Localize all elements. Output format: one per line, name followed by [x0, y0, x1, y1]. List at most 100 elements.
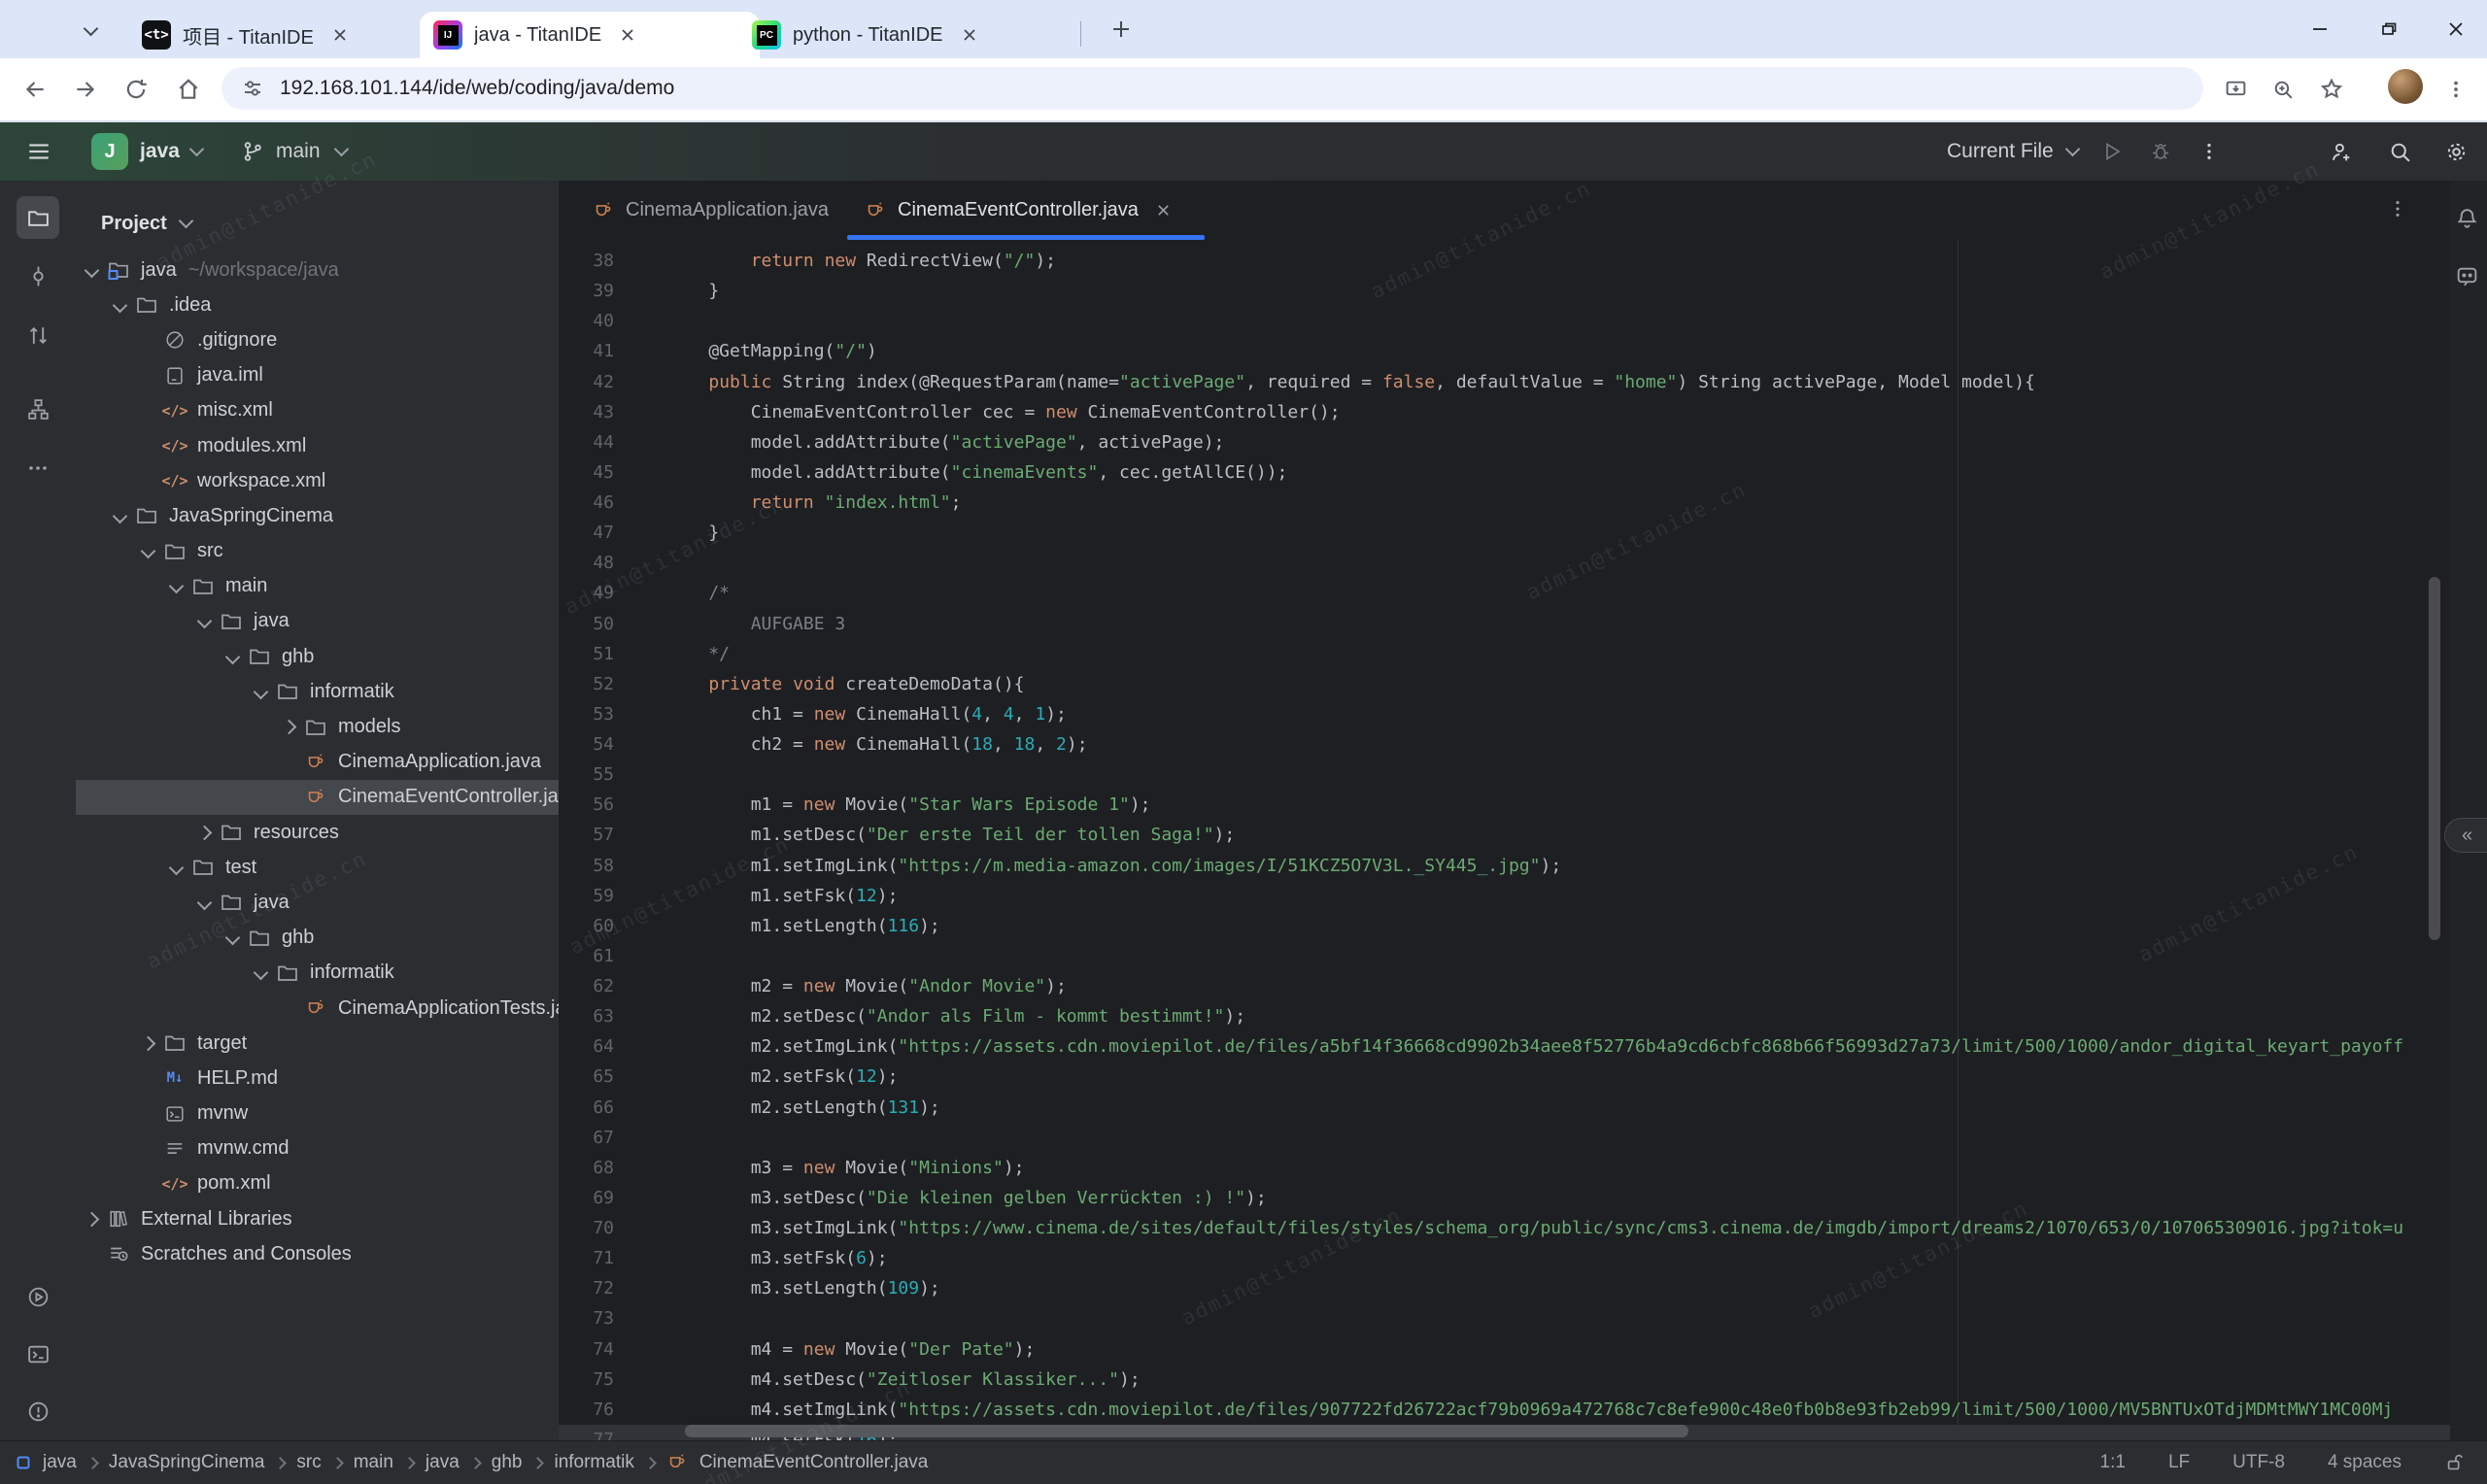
tree-item--gitignore[interactable]: .gitignore: [76, 322, 559, 357]
terminal-tool-icon[interactable]: [17, 1332, 59, 1375]
close-tab-icon[interactable]: [955, 20, 984, 50]
search-everywhere-icon[interactable]: [2378, 122, 2421, 181]
breadcrumb-item[interactable]: src: [296, 1452, 321, 1473]
tree-item-ghb[interactable]: ghb: [76, 921, 559, 956]
debug-icon[interactable]: [2139, 122, 2182, 181]
services-tool-icon[interactable]: [17, 1275, 59, 1318]
tree-item-models[interactable]: models: [76, 709, 559, 744]
tree-item-misc-xml[interactable]: </>misc.xml: [76, 393, 559, 428]
tree-item-ghb[interactable]: ghb: [76, 639, 559, 674]
window-close-icon[interactable]: [2436, 14, 2475, 45]
tree-chevron-icon[interactable]: [190, 616, 218, 626]
tree-item-main[interactable]: main: [76, 569, 559, 604]
window-maximize-icon[interactable]: [2368, 14, 2407, 45]
project-tool-icon[interactable]: [17, 196, 59, 239]
install-app-icon[interactable]: [2216, 70, 2255, 109]
tree-item-help-md[interactable]: M↓HELP.md: [76, 1061, 559, 1096]
pull-requests-tool-icon[interactable]: [17, 314, 59, 356]
main-menu-icon[interactable]: [14, 122, 64, 181]
home-icon[interactable]: [169, 70, 208, 109]
tree-item-informatik[interactable]: informatik: [76, 956, 559, 991]
browser-tab-project[interactable]: <t> 项目 - TitanIDE: [128, 12, 443, 58]
tree-item-java[interactable]: java: [76, 604, 559, 639]
breadcrumb-item[interactable]: CinemaEventController.java: [699, 1452, 929, 1473]
tree-item-resources[interactable]: resources: [76, 815, 559, 850]
tab-search-icon[interactable]: [85, 21, 96, 39]
notifications-bell-icon[interactable]: [2447, 198, 2486, 237]
tree-item-src[interactable]: src: [76, 534, 559, 569]
breadcrumb-item[interactable]: JavaSpringCinema: [109, 1452, 265, 1473]
more-tool-windows-icon[interactable]: [17, 447, 59, 489]
window-minimize-icon[interactable]: [2300, 14, 2339, 45]
code-with-me-icon[interactable]: [2320, 122, 2363, 181]
browser-tab-java[interactable]: IJ java - TitanIDE: [420, 12, 760, 58]
tree-chevron-icon[interactable]: [78, 265, 105, 276]
browser-tab-python[interactable]: PC python - TitanIDE: [738, 12, 1086, 58]
breadcrumb-item[interactable]: java: [426, 1452, 460, 1473]
breadcrumb-item[interactable]: java: [43, 1452, 77, 1473]
bookmark-star-icon[interactable]: [2312, 70, 2351, 109]
tree-item-mvnw-cmd[interactable]: mvnw.cmd: [76, 1131, 559, 1166]
address-bar[interactable]: 192.168.101.144/ide/web/coding/java/demo: [221, 67, 2203, 110]
tree-item-modules-xml[interactable]: </>modules.xml: [76, 428, 559, 463]
tree-chevron-icon[interactable]: [134, 1038, 161, 1049]
structure-tool-icon[interactable]: [17, 388, 59, 430]
horizontal-scrollbar[interactable]: [685, 1425, 1688, 1437]
vertical-scrollbar[interactable]: [2429, 577, 2440, 940]
commit-tool-icon[interactable]: [17, 254, 59, 297]
tree-item-informatik[interactable]: informatik: [76, 674, 559, 709]
hidden-tool-windows-icon[interactable]: «: [2444, 818, 2487, 853]
tree-chevron-icon[interactable]: [190, 827, 218, 838]
tree-chevron-icon[interactable]: [190, 897, 218, 908]
breadcrumb-item[interactable]: ghb: [492, 1452, 523, 1473]
editor-code[interactable]: return new RedirectView("/"); } @GetMapp…: [666, 246, 2487, 1440]
tree-chevron-icon[interactable]: [247, 967, 274, 978]
tree-item-scratches-and-consoles[interactable]: Scratches and Consoles: [76, 1236, 559, 1271]
file-encoding[interactable]: UTF-8: [2232, 1452, 2285, 1473]
reload-icon[interactable]: [117, 70, 155, 109]
line-separator[interactable]: LF: [2168, 1452, 2190, 1473]
breadcrumb-item[interactable]: main: [354, 1452, 393, 1473]
breadcrumb-item[interactable]: informatik: [554, 1452, 633, 1473]
back-icon[interactable]: [16, 70, 54, 109]
close-editor-tab-icon[interactable]: [1156, 203, 1171, 218]
tree-item-cinemaapplicationtests-java[interactable]: CinemaApplicationTests.java: [76, 991, 559, 1026]
close-tab-icon[interactable]: [613, 20, 642, 50]
problems-tool-icon[interactable]: [17, 1390, 59, 1433]
tree-item-cinemaeventcontroller-java[interactable]: CinemaEventController.java: [76, 780, 559, 815]
tree-chevron-icon[interactable]: [162, 862, 189, 873]
profile-avatar[interactable]: [2388, 69, 2423, 104]
tree-chevron-icon[interactable]: [275, 722, 302, 732]
readonly-lock-icon[interactable]: [2444, 1452, 2466, 1473]
run-icon[interactable]: [2091, 122, 2133, 181]
site-settings-icon[interactable]: [241, 77, 264, 100]
editor-tab[interactable]: CinemaApplication.java: [575, 181, 846, 240]
tree-item-java[interactable]: java~/workspace/java: [76, 253, 559, 287]
tree-item-target[interactable]: target: [76, 1026, 559, 1061]
breadcrumb[interactable]: java JavaSpringCinema src main java ghb inform…: [0, 1452, 2100, 1473]
branch-selector[interactable]: main: [241, 122, 347, 181]
tree-chevron-icon[interactable]: [106, 300, 133, 311]
editor-options-icon[interactable]: [2387, 198, 2408, 219]
tree-chevron-icon[interactable]: [219, 932, 246, 943]
tree-item-java-iml[interactable]: java.iml: [76, 358, 559, 393]
browser-menu-icon[interactable]: [2436, 70, 2475, 109]
more-actions-icon[interactable]: [2188, 122, 2231, 181]
tree-chevron-icon[interactable]: [219, 652, 246, 662]
tree-item-java[interactable]: java: [76, 885, 559, 920]
caret-position[interactable]: 1:1: [2100, 1452, 2126, 1473]
url-text[interactable]: 192.168.101.144/ide/web/coding/java/demo: [280, 77, 674, 100]
settings-gear-icon[interactable]: [2435, 122, 2477, 181]
ai-assistant-icon[interactable]: [2447, 256, 2486, 295]
tree-chevron-icon[interactable]: [134, 546, 161, 556]
project-selector[interactable]: java: [140, 122, 202, 181]
zoom-icon[interactable]: [2264, 70, 2302, 109]
forward-icon[interactable]: [66, 70, 105, 109]
tree-item-pom-xml[interactable]: </>pom.xml: [76, 1166, 559, 1201]
project-panel-header[interactable]: Project: [101, 204, 191, 243]
indent-style[interactable]: 4 spaces: [2328, 1452, 2402, 1473]
run-config-selector[interactable]: Current File: [1947, 122, 2078, 181]
close-tab-icon[interactable]: [325, 20, 355, 50]
tree-item-test[interactable]: test: [76, 850, 559, 885]
tree-item-external-libraries[interactable]: External Libraries: [76, 1201, 559, 1236]
